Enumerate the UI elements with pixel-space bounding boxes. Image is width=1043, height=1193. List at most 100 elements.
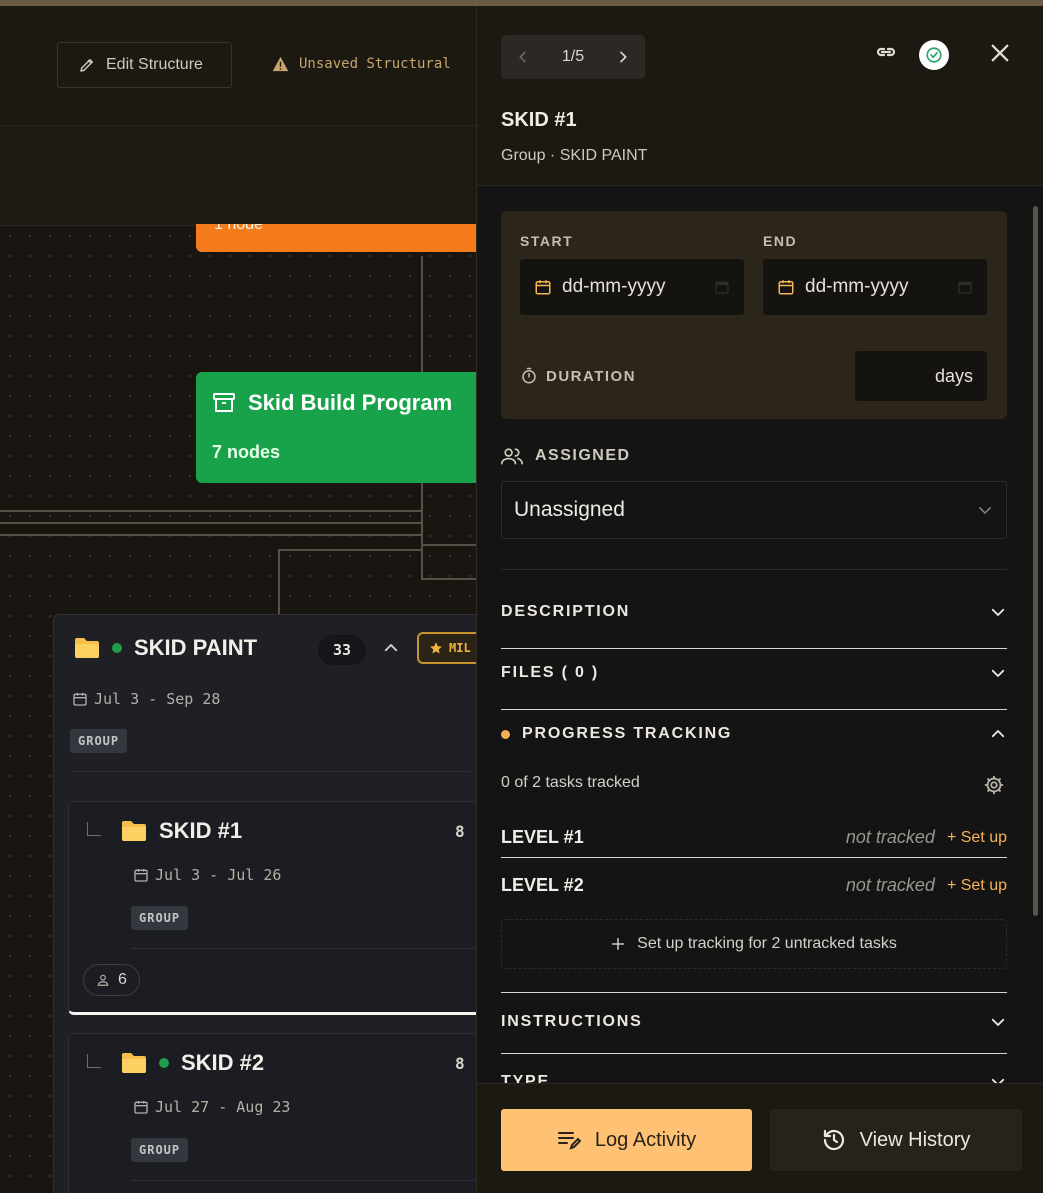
child-count: 8 xyxy=(455,822,465,841)
pencil-icon xyxy=(80,59,93,72)
orange-node[interactable]: 1 node xyxy=(196,224,476,252)
start-date-input[interactable]: dd-mm-yyyy xyxy=(520,259,744,315)
view-history-button[interactable]: View History xyxy=(770,1109,1022,1171)
details-panel: 1/5 SKID #1 Group · SKID PAINT START END… xyxy=(476,6,1043,1193)
setup-tracking-link[interactable]: + Set up xyxy=(947,829,1007,847)
canvas-toolbar: Edit Structure Unsaved Structural xyxy=(0,6,476,126)
assignee-count: 6 xyxy=(118,971,127,988)
history-icon xyxy=(823,1129,844,1151)
tracked-summary: 0 of 2 tasks tracked xyxy=(501,774,640,791)
connector-line xyxy=(421,482,423,552)
log-activity-label: Log Activity xyxy=(594,1128,697,1151)
plus-icon xyxy=(612,938,625,950)
child-title: SKID #1 xyxy=(159,818,243,843)
connector-line xyxy=(0,534,423,536)
card-divider xyxy=(131,948,476,949)
task-divider xyxy=(501,857,1007,858)
chevron-down-icon xyxy=(991,1078,1005,1083)
progress-section-title: PROGRESS TRACKING xyxy=(522,725,733,742)
connector-line xyxy=(0,510,423,512)
program-node-subtitle: 7 nodes xyxy=(212,442,281,462)
connector-line xyxy=(0,522,423,524)
stopwatch-icon xyxy=(522,367,536,384)
section-divider xyxy=(501,1053,1007,1054)
files-section-toggle[interactable]: FILES ( 0 ) xyxy=(501,664,1007,682)
link-icon[interactable] xyxy=(874,40,898,64)
panel-subtitle: Group · SKID PAINT xyxy=(501,147,648,164)
description-section-title: DESCRIPTION xyxy=(501,603,631,620)
setup-tracking-link[interactable]: + Set up xyxy=(947,877,1007,895)
duration-label: DURATION xyxy=(546,367,637,385)
list-edit-icon xyxy=(557,1132,581,1150)
group-type-tag: GROUP xyxy=(70,729,128,753)
setup-all-tracking-button[interactable]: Set up tracking for 2 untracked tasks xyxy=(501,919,1007,969)
close-icon[interactable] xyxy=(989,42,1011,64)
panel-header: 1/5 SKID #1 Group · SKID PAINT xyxy=(477,6,1043,186)
connector-line xyxy=(421,256,423,374)
end-label: END xyxy=(763,233,798,249)
assignee-select[interactable]: Unassigned xyxy=(501,481,1007,539)
pager: 1/5 xyxy=(501,35,645,79)
chevron-down-icon xyxy=(979,507,991,514)
program-node-title: Skid Build Program xyxy=(248,390,453,415)
date-picker-icon[interactable] xyxy=(957,279,973,295)
calendar-icon xyxy=(778,280,794,295)
task-status: not tracked xyxy=(845,827,935,847)
start-date-placeholder: dd-mm-yyyy xyxy=(562,276,666,297)
calendar-icon xyxy=(73,693,87,706)
chevron-up-icon xyxy=(991,730,1005,738)
task-row-level-2: LEVEL #2 not tracked + Set up xyxy=(501,875,1007,896)
unsaved-label: Unsaved Structural xyxy=(299,56,451,72)
folder-icon xyxy=(75,638,99,658)
instructions-section-toggle[interactable]: INSTRUCTIONS xyxy=(501,1013,1007,1031)
child-card-skid-2[interactable]: SKID #2 8 Jul 27 - Aug 23 GROUP xyxy=(68,1033,476,1193)
milestone-label: MIL xyxy=(449,641,471,655)
panel-scrollbar[interactable] xyxy=(1033,206,1038,916)
calendar-icon xyxy=(134,869,148,882)
progress-section-toggle[interactable]: PROGRESS TRACKING xyxy=(501,725,1007,743)
description-section-toggle[interactable]: DESCRIPTION xyxy=(501,603,1007,621)
edit-structure-label: Edit Structure xyxy=(106,56,203,73)
folder-icon xyxy=(122,821,146,841)
edit-structure-button[interactable]: Edit Structure xyxy=(57,42,232,88)
chevron-down-icon xyxy=(991,608,1005,616)
archive-icon xyxy=(213,393,235,412)
type-section-toggle[interactable]: TYPE xyxy=(501,1073,1007,1083)
warning-icon xyxy=(272,56,289,72)
flow-canvas[interactable]: Edit Structure Unsaved Structural 1 node… xyxy=(0,6,476,1193)
log-activity-button[interactable]: Log Activity xyxy=(501,1109,752,1171)
collapse-chevron-icon[interactable] xyxy=(382,639,400,657)
group-title: SKID PAINT xyxy=(134,635,258,660)
child-card-skid-1[interactable]: SKID #1 8 Jul 3 - Jul 26 GROUP 6 xyxy=(68,801,476,1015)
program-node[interactable]: Skid Build Program 7 nodes xyxy=(196,372,476,483)
gear-icon[interactable] xyxy=(983,774,1005,796)
end-date-input[interactable]: dd-mm-yyyy xyxy=(763,259,987,315)
assigned-label: ASSIGNED xyxy=(535,447,631,464)
start-label: START xyxy=(520,233,574,249)
child-date-range: Jul 3 - Jul 26 xyxy=(133,866,281,884)
panel-title: SKID #1 xyxy=(501,109,577,131)
status-ok-button[interactable] xyxy=(919,40,949,70)
unsaved-warning: Unsaved Structural xyxy=(272,56,451,72)
panel-scroll-area[interactable]: START END dd-mm-yyyy dd-mm-yyyy DURATION… xyxy=(477,187,1043,1083)
status-dot xyxy=(159,1058,169,1068)
instructions-section-title: INSTRUCTIONS xyxy=(501,1013,643,1030)
canvas-subbar xyxy=(0,126,476,226)
child-count: 8 xyxy=(455,1054,465,1073)
card-divider xyxy=(131,1180,476,1181)
duration-label-row: DURATION xyxy=(520,367,636,385)
section-divider xyxy=(501,992,1007,993)
task-status: not tracked xyxy=(845,875,935,895)
chevron-left-icon[interactable] xyxy=(515,49,531,65)
pager-label: 1/5 xyxy=(561,48,585,65)
group-card-skid-paint[interactable]: SKID PAINT 33 MIL Jul 3 - Sep 28 GROUP S… xyxy=(53,614,476,1193)
assigned-label-row: ASSIGNED xyxy=(501,447,631,465)
calendar-icon xyxy=(134,1101,148,1114)
duration-input[interactable]: days xyxy=(855,351,987,401)
assignee-count-pill[interactable]: 6 xyxy=(83,964,140,996)
view-history-label: View History xyxy=(859,1128,971,1151)
chevron-right-icon[interactable] xyxy=(615,49,631,65)
section-divider xyxy=(501,709,1007,710)
date-picker-icon[interactable] xyxy=(714,279,730,295)
task-name: LEVEL #1 xyxy=(501,827,584,847)
